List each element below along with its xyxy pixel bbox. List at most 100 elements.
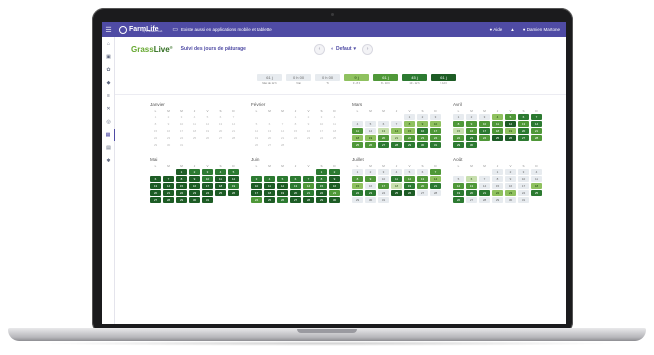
day-cell[interactable]: 31 bbox=[202, 197, 213, 203]
previous-year-button[interactable]: ‹ bbox=[313, 43, 325, 55]
day-cell[interactable]: 11 bbox=[329, 121, 340, 127]
day-cell[interactable]: 26 bbox=[453, 197, 464, 203]
herd-icon[interactable]: ◆ bbox=[102, 77, 115, 89]
day-cell[interactable]: 21 bbox=[391, 135, 402, 141]
day-cell[interactable]: 24 bbox=[479, 135, 490, 141]
day-cell[interactable]: 30 bbox=[329, 197, 340, 203]
day-cell[interactable]: 28 bbox=[479, 197, 490, 203]
day-cell[interactable]: 30 bbox=[417, 142, 428, 148]
day-cell[interactable]: 6 bbox=[215, 114, 226, 120]
day-cell[interactable]: 24 bbox=[176, 135, 187, 141]
day-cell[interactable]: 21 bbox=[303, 190, 314, 196]
day-cell[interactable]: 1 bbox=[290, 114, 301, 120]
day-cell[interactable]: 31 bbox=[176, 142, 187, 148]
day-cell[interactable]: 6 bbox=[378, 121, 389, 127]
day-cell[interactable]: 21 bbox=[479, 190, 490, 196]
day-cell[interactable]: 23 bbox=[163, 135, 174, 141]
day-cell[interactable]: 15 bbox=[290, 128, 301, 134]
day-cell[interactable]: 5 bbox=[277, 176, 288, 182]
day-cell[interactable]: 8 bbox=[352, 176, 363, 182]
day-cell[interactable]: 15 bbox=[352, 183, 363, 189]
day-cell[interactable]: 22 bbox=[404, 135, 415, 141]
day-cell[interactable]: 8 bbox=[492, 176, 503, 182]
day-cell[interactable]: 9 bbox=[163, 121, 174, 127]
day-cell[interactable]: 23 bbox=[466, 135, 477, 141]
grass-icon[interactable]: ✿ bbox=[102, 64, 115, 76]
day-cell[interactable]: 15 bbox=[176, 183, 187, 189]
day-cell[interactable]: 19 bbox=[453, 190, 464, 196]
day-cell[interactable]: 9 bbox=[329, 176, 340, 182]
day-cell[interactable]: 7 bbox=[277, 121, 288, 127]
day-cell[interactable]: 26 bbox=[365, 142, 376, 148]
day-cell[interactable]: 25 bbox=[329, 135, 340, 141]
day-cell[interactable]: 19 bbox=[277, 190, 288, 196]
day-cell[interactable]: 24 bbox=[518, 190, 529, 196]
day-cell[interactable]: 18 bbox=[352, 135, 363, 141]
day-cell[interactable]: 14 bbox=[531, 121, 542, 127]
day-cell[interactable]: 3 bbox=[251, 176, 262, 182]
day-cell[interactable]: 22 bbox=[150, 135, 161, 141]
day-cell[interactable]: 25 bbox=[189, 135, 200, 141]
mobile-promo-link[interactable]: ▭ Existe aussi en applications mobile et… bbox=[172, 26, 271, 33]
day-cell[interactable]: 14 bbox=[391, 128, 402, 134]
day-cell[interactable]: 3 bbox=[479, 114, 490, 120]
day-cell[interactable]: 8 bbox=[290, 121, 301, 127]
day-cell[interactable]: 23 bbox=[365, 190, 376, 196]
day-cell[interactable]: 31 bbox=[430, 142, 441, 148]
day-cell[interactable]: 19 bbox=[228, 183, 239, 189]
day-cell[interactable]: 10 bbox=[430, 121, 441, 127]
day-cell[interactable]: 26 bbox=[277, 197, 288, 203]
day-cell[interactable]: 2 bbox=[189, 169, 200, 175]
day-cell[interactable]: 16 bbox=[329, 183, 340, 189]
day-cell[interactable]: 1 bbox=[316, 169, 327, 175]
day-cell[interactable]: 1 bbox=[453, 114, 464, 120]
day-cell[interactable]: 10 bbox=[378, 176, 389, 182]
day-cell[interactable]: 28 bbox=[228, 135, 239, 141]
day-cell[interactable]: 17 bbox=[518, 183, 529, 189]
day-cell[interactable]: 16 bbox=[365, 183, 376, 189]
day-cell[interactable]: 5 bbox=[404, 169, 415, 175]
day-cell[interactable]: 28 bbox=[430, 190, 441, 196]
day-cell[interactable]: 29 bbox=[150, 142, 161, 148]
day-cell[interactable]: 9 bbox=[189, 176, 200, 182]
day-cell[interactable]: 19 bbox=[505, 128, 516, 134]
map-icon[interactable]: ◎ bbox=[102, 116, 115, 128]
day-cell[interactable]: 22 bbox=[316, 190, 327, 196]
day-cell[interactable]: 17 bbox=[430, 128, 441, 134]
day-cell[interactable]: 30 bbox=[466, 142, 477, 148]
day-cell[interactable]: 22 bbox=[492, 190, 503, 196]
farm-icon[interactable]: ▣ bbox=[102, 51, 115, 63]
day-cell[interactable]: 26 bbox=[404, 190, 415, 196]
day-cell[interactable]: 18 bbox=[264, 190, 275, 196]
day-cell[interactable]: 12 bbox=[404, 176, 415, 182]
day-cell[interactable]: 12 bbox=[277, 183, 288, 189]
day-cell[interactable]: 14 bbox=[303, 183, 314, 189]
day-cell[interactable]: 11 bbox=[189, 121, 200, 127]
day-cell[interactable]: 11 bbox=[391, 176, 402, 182]
day-cell[interactable]: 25 bbox=[531, 190, 542, 196]
day-cell[interactable]: 18 bbox=[531, 183, 542, 189]
day-cell[interactable]: 18 bbox=[329, 128, 340, 134]
day-cell[interactable]: 12 bbox=[251, 128, 262, 134]
day-cell[interactable]: 29 bbox=[176, 197, 187, 203]
day-cell[interactable]: 29 bbox=[316, 197, 327, 203]
farmlife-logo[interactable]: FarmLife by Innovation Lab bbox=[119, 25, 162, 34]
day-cell[interactable]: 15 bbox=[492, 183, 503, 189]
day-cell[interactable]: 28 bbox=[303, 197, 314, 203]
day-cell[interactable]: 16 bbox=[466, 128, 477, 134]
day-cell[interactable]: 3 bbox=[518, 169, 529, 175]
day-cell[interactable]: 9 bbox=[417, 121, 428, 127]
day-cell[interactable]: 8 bbox=[316, 176, 327, 182]
day-cell[interactable]: 2 bbox=[417, 114, 428, 120]
day-cell[interactable]: 8 bbox=[453, 121, 464, 127]
day-cell[interactable]: 5 bbox=[228, 169, 239, 175]
day-cell[interactable]: 13 bbox=[378, 128, 389, 134]
day-cell[interactable]: 24 bbox=[378, 190, 389, 196]
day-cell[interactable]: 26 bbox=[228, 190, 239, 196]
day-cell[interactable]: 31 bbox=[378, 197, 389, 203]
day-cell[interactable]: 2 bbox=[163, 114, 174, 120]
day-cell[interactable]: 7 bbox=[479, 176, 490, 182]
day-cell[interactable]: 10 bbox=[316, 121, 327, 127]
day-cell[interactable]: 27 bbox=[378, 142, 389, 148]
day-cell[interactable]: 19 bbox=[365, 135, 376, 141]
